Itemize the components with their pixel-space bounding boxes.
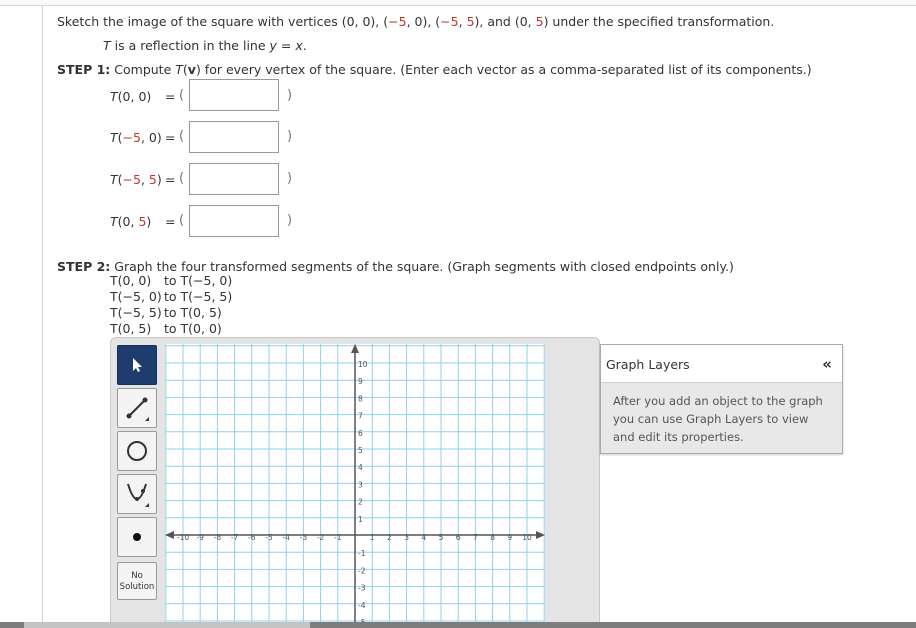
segment-tool-button[interactable] xyxy=(117,388,157,428)
collapse-chevron-icon[interactable]: « xyxy=(822,355,832,373)
y-tick-label: -4 xyxy=(358,601,366,610)
no-solution-label: No xyxy=(131,571,143,581)
coordinate-grid[interactable]: -10 -9 -8 -7 -6 -5 -4 -3 -2 -1 1 2 3 4 5 6 7 8 9 10 10 9 8 7 6 5… xyxy=(165,344,545,628)
line-segment-icon xyxy=(126,397,149,421)
x-tick-label: 5 xyxy=(439,533,444,542)
vertex-label-2: T(−5, 5) xyxy=(110,172,162,187)
segment-item: T(0, 0) to T(−5, 0) xyxy=(110,273,233,288)
open-paren: ( xyxy=(179,171,185,186)
graph-layers-message: After you add an object to the graph you… xyxy=(613,394,823,444)
x-tick-label: -3 xyxy=(300,533,308,542)
vertex-label-0: T(0, 0) xyxy=(110,89,152,104)
x-tick-label: -7 xyxy=(231,533,239,542)
graph-layers-panel: Graph Layers « After you add an object t… xyxy=(600,344,843,454)
horizontal-scrollbar[interactable] xyxy=(0,622,916,628)
graph-layers-header: Graph Layers « xyxy=(601,345,842,383)
x-tick-label: 2 xyxy=(387,533,392,542)
x-tick-label: -9 xyxy=(196,533,204,542)
left-border xyxy=(42,6,43,628)
no-solution-button[interactable]: No Solution xyxy=(117,562,157,600)
y-tick-label: -2 xyxy=(358,566,366,575)
scrollbar-thumb[interactable] xyxy=(24,622,310,628)
close-paren: ) xyxy=(287,213,293,228)
vertex-input-1[interactable] xyxy=(189,121,279,153)
x-tick-label: 9 xyxy=(507,533,512,542)
vertex-input-2[interactable] xyxy=(189,163,279,195)
pointer-arrow-icon xyxy=(133,358,142,372)
vertex-label-3: T(0, 5) xyxy=(110,214,152,229)
x-tick-label: 7 xyxy=(473,533,478,542)
graph-canvas[interactable]: -10 -9 -8 -7 -6 -5 -4 -3 -2 -1 1 2 3 4 5 6 7 8 9 10 10 9 8 7 6 5… xyxy=(165,344,545,628)
pointer-tool-button[interactable] xyxy=(117,345,157,385)
y-tick-label: 8 xyxy=(358,394,363,403)
open-paren: ( xyxy=(179,213,185,228)
y-tick-label: 7 xyxy=(358,412,363,421)
y-tick-label: 6 xyxy=(358,429,363,438)
vertex-input-0[interactable] xyxy=(189,79,279,111)
close-paren: ) xyxy=(287,88,293,103)
graph-layers-title: Graph Layers xyxy=(606,357,690,372)
x-tick-label: -10 xyxy=(177,533,189,542)
circle-icon xyxy=(127,441,147,461)
y-tick-label: -3 xyxy=(358,584,366,593)
close-paren: ) xyxy=(287,129,293,144)
open-paren: ( xyxy=(179,129,185,144)
axes xyxy=(165,344,545,628)
y-tick-label: -1 xyxy=(358,549,366,558)
parabola-icon xyxy=(127,483,149,507)
x-tick-label: -6 xyxy=(248,533,256,542)
equals-sign: = xyxy=(165,130,176,145)
top-border xyxy=(0,0,916,6)
segment-item: T(−5, 5) to T(0, 5) xyxy=(110,305,222,320)
equals-sign: = xyxy=(165,172,176,187)
x-tick-label: -2 xyxy=(317,533,325,542)
vertex-input-3[interactable] xyxy=(189,205,279,237)
parabola-tool-button[interactable] xyxy=(117,474,157,514)
x-tick-label: 6 xyxy=(456,533,461,542)
x-axis-arrow-right-icon xyxy=(536,531,545,539)
equals-sign: = xyxy=(165,214,176,229)
transformation-description: T is a reflection in the line y = x. xyxy=(103,38,307,53)
point-tool-button[interactable] xyxy=(117,517,157,557)
x-tick-label: 10 xyxy=(522,533,532,542)
equals-sign: = xyxy=(165,89,176,104)
x-tick-label: 3 xyxy=(404,533,409,542)
problem-statement: Sketch the image of the square with vert… xyxy=(57,14,775,29)
x-tick-label: -8 xyxy=(214,533,222,542)
no-solution-label: Solution xyxy=(119,582,155,592)
open-paren: ( xyxy=(179,88,185,103)
y-tick-label: 9 xyxy=(358,377,363,386)
x-tick-label: -5 xyxy=(265,533,273,542)
x-tick-label: 4 xyxy=(421,533,426,542)
segment-item: T(−5, 0) to T(−5, 5) xyxy=(110,289,233,304)
x-axis-arrow-left-icon xyxy=(165,531,174,539)
x-tick-label: -4 xyxy=(282,533,290,542)
vertex-label-1: T(−5, 0) xyxy=(110,130,162,145)
point-icon xyxy=(133,533,141,541)
segment-item: T(0, 5) to T(0, 0) xyxy=(110,321,222,336)
x-tick-label: -1 xyxy=(334,533,342,542)
x-tick-label: 8 xyxy=(490,533,495,542)
y-tick-label: 5 xyxy=(358,446,363,455)
y-tick-label: 3 xyxy=(358,480,363,489)
y-tick-label: 4 xyxy=(358,463,363,472)
y-tick-label: 2 xyxy=(358,498,363,507)
y-tick-label: 1 xyxy=(358,515,363,524)
y-tick-label: 10 xyxy=(358,360,368,369)
circle-tool-button[interactable] xyxy=(117,431,157,471)
x-tick-label: 1 xyxy=(370,533,375,542)
step1-instruction: STEP 1: Compute T(v) for every vertex of… xyxy=(57,62,812,77)
close-paren: ) xyxy=(287,171,293,186)
